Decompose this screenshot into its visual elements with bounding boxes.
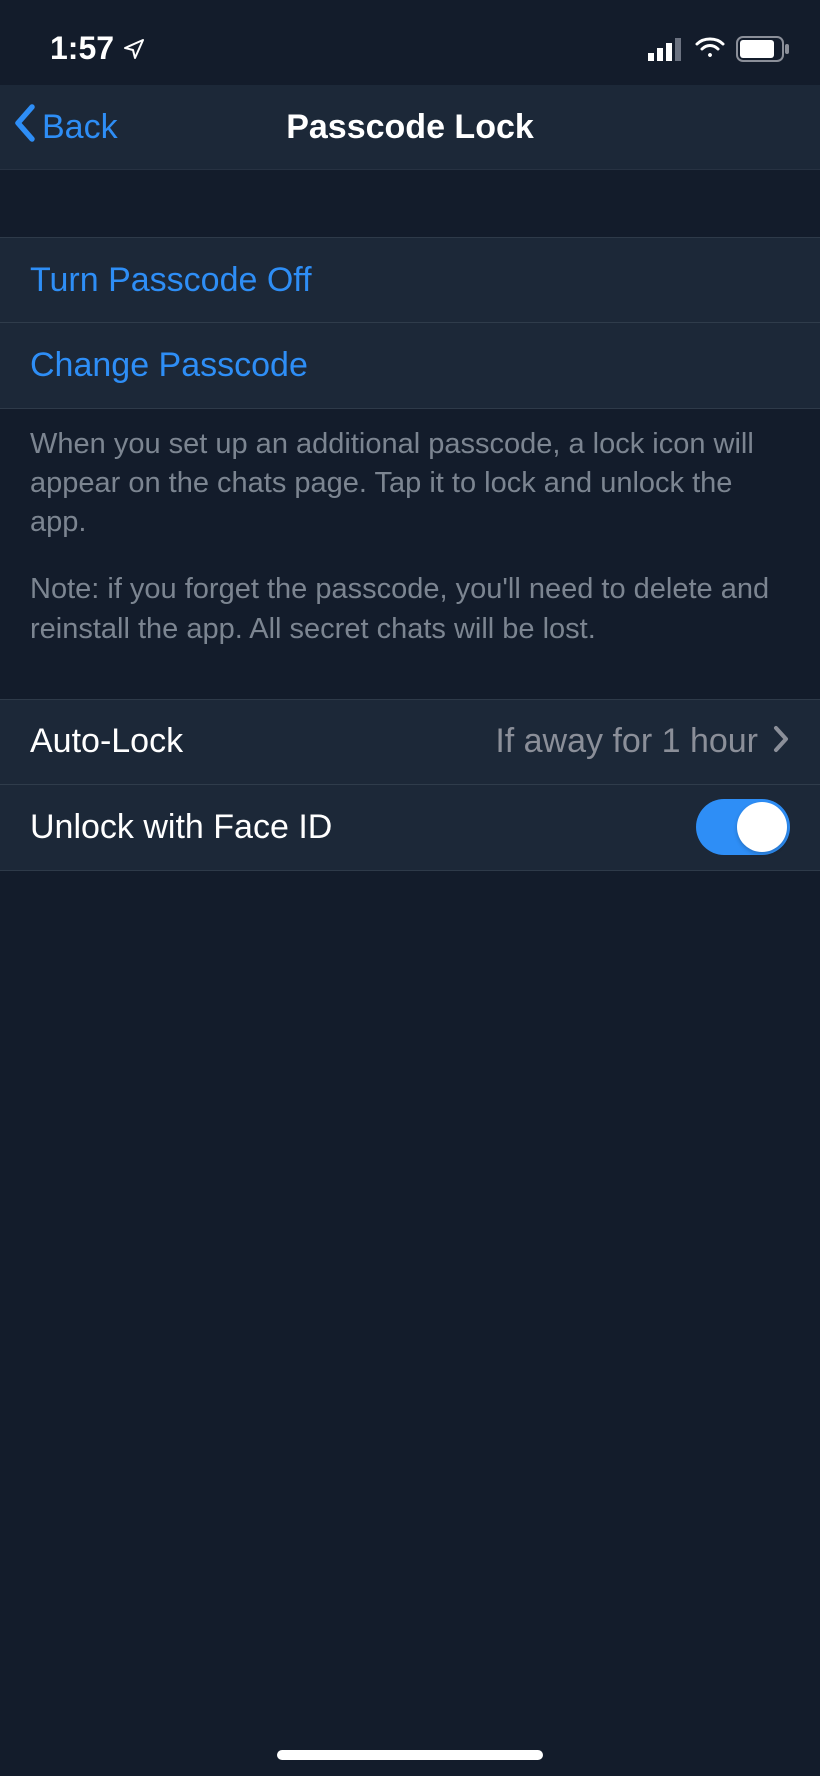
cellular-icon — [648, 37, 684, 61]
chevron-right-icon — [772, 724, 790, 759]
status-right — [648, 36, 790, 62]
turn-passcode-off-row[interactable]: Turn Passcode Off — [0, 238, 820, 323]
chevron-left-icon — [12, 103, 38, 152]
section-spacer — [0, 170, 820, 237]
status-time: 1:57 — [50, 30, 114, 67]
face-id-row: Unlock with Face ID — [0, 785, 820, 870]
nav-bar: Back Passcode Lock — [0, 85, 820, 170]
face-id-toggle[interactable] — [696, 799, 790, 855]
footer-paragraph-1: When you set up an additional passcode, … — [30, 425, 790, 542]
auto-lock-row[interactable]: Auto-Lock If away for 1 hour — [0, 700, 820, 785]
change-passcode-row[interactable]: Change Passcode — [0, 323, 820, 408]
passcode-actions-section: Turn Passcode Off Change Passcode — [0, 237, 820, 409]
location-icon — [122, 37, 146, 61]
status-bar: 1:57 — [0, 0, 820, 85]
content: Turn Passcode Off Change Passcode When y… — [0, 170, 820, 871]
home-indicator[interactable] — [277, 1750, 543, 1760]
toggle-knob — [737, 802, 787, 852]
battery-icon — [736, 36, 790, 62]
face-id-label: Unlock with Face ID — [30, 808, 696, 847]
page-title: Passcode Lock — [286, 108, 534, 147]
wifi-icon — [694, 37, 726, 61]
change-passcode-label: Change Passcode — [30, 346, 308, 385]
back-button[interactable]: Back — [0, 103, 118, 152]
turn-passcode-off-label: Turn Passcode Off — [30, 261, 312, 300]
back-label: Back — [42, 108, 118, 147]
status-left: 1:57 — [50, 30, 146, 67]
auto-lock-label: Auto-Lock — [30, 722, 495, 761]
auto-lock-value: If away for 1 hour — [495, 722, 758, 761]
lock-settings-section: Auto-Lock If away for 1 hour Unlock with… — [0, 699, 820, 871]
section-footer: When you set up an additional passcode, … — [0, 409, 820, 699]
footer-paragraph-2: Note: if you forget the passcode, you'll… — [30, 570, 790, 648]
